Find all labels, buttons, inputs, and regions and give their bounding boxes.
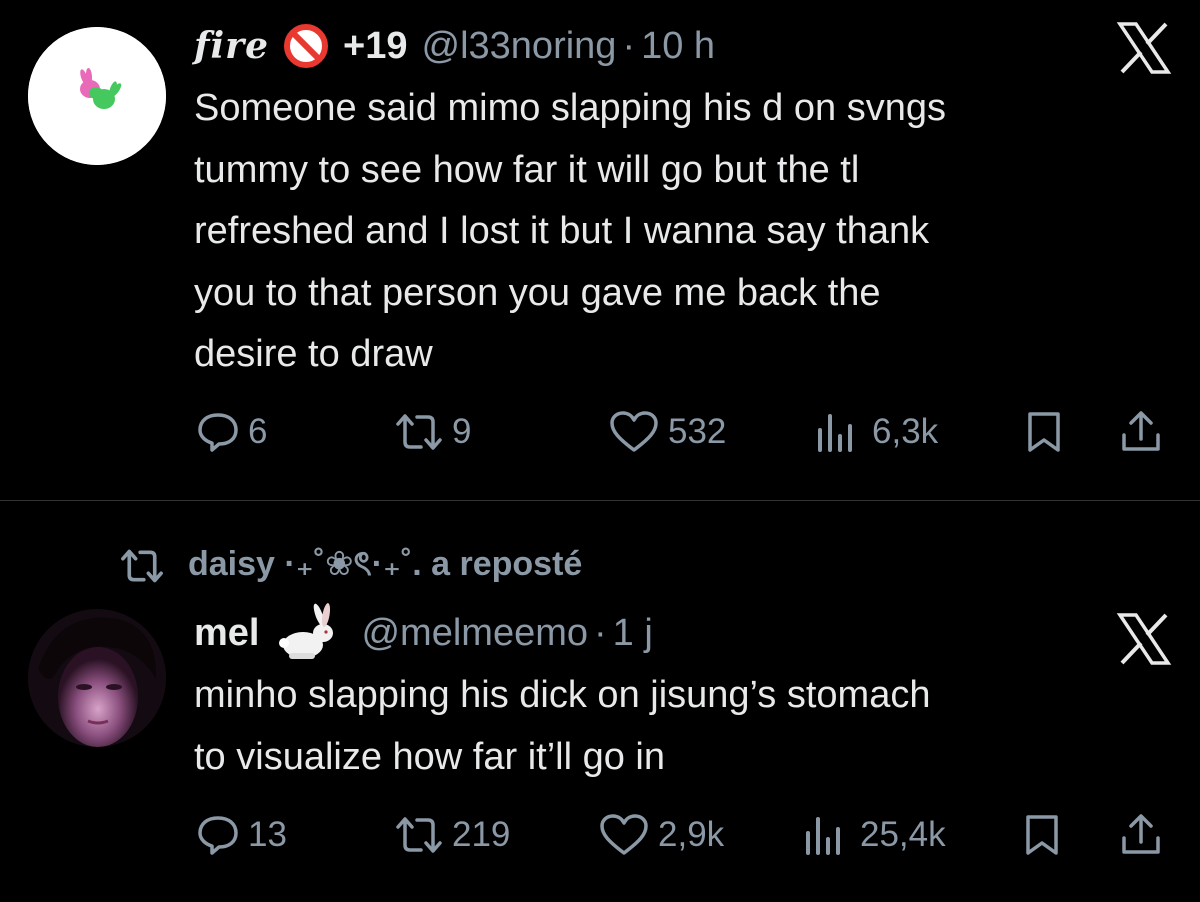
tweet-card[interactable]: daisy ·₊˚❀ৎ·₊˚. a reposté mel @melmeemo … xyxy=(0,501,1200,902)
bookmark-icon xyxy=(1026,815,1058,855)
profile-photo xyxy=(28,609,166,747)
views-icon xyxy=(818,414,852,452)
repost-icon xyxy=(121,549,163,583)
x-logo-icon[interactable] xyxy=(1116,22,1172,74)
view-count: 6,3k xyxy=(872,412,939,451)
views-button[interactable]: 6,3k xyxy=(812,402,938,462)
like-button[interactable]: 532 xyxy=(608,402,726,462)
tweet-card[interactable]: fire +19 @l33noring · 10 h Someone said … xyxy=(0,0,1200,500)
repost-button[interactable]: 219 xyxy=(394,805,510,865)
timestamp[interactable]: 10 h xyxy=(641,25,715,68)
view-count: 25,4k xyxy=(860,815,946,854)
repost-icon xyxy=(396,817,442,853)
bookmark-icon xyxy=(1028,412,1060,452)
reply-count: 6 xyxy=(248,412,268,451)
separator: · xyxy=(622,24,636,67)
views-icon xyxy=(806,817,840,855)
heart-icon xyxy=(610,411,658,452)
user-handle[interactable]: @melmeemo xyxy=(361,612,588,655)
display-name[interactable]: fire xyxy=(194,25,269,67)
tweet-header: mel @melmeemo · 1 j xyxy=(194,603,653,659)
action-bar: 13 219 2,9k 25,4k xyxy=(0,805,1200,865)
share-button[interactable] xyxy=(1118,402,1164,462)
share-icon xyxy=(1122,814,1160,854)
share-icon xyxy=(1122,411,1160,451)
views-button[interactable]: 25,4k xyxy=(800,805,946,865)
avatar[interactable] xyxy=(28,27,166,165)
bookmark-button[interactable] xyxy=(1024,402,1064,462)
like-button[interactable]: 2,9k xyxy=(598,805,724,865)
reply-button[interactable]: 6 xyxy=(196,402,267,462)
tweet-text: minho slapping his dick on jisung’s stom… xyxy=(194,674,931,778)
reply-icon xyxy=(198,816,238,855)
repost-count: 219 xyxy=(452,815,511,854)
repost-label: daisy ·₊˚❀ৎ·₊˚. a reposté xyxy=(188,544,583,583)
separator: · xyxy=(594,611,607,654)
timestamp[interactable]: 1 j xyxy=(613,612,653,655)
bookmark-button[interactable] xyxy=(1022,805,1062,865)
action-bar: 6 9 532 6,3k xyxy=(0,402,1200,462)
bunny-avatar-image xyxy=(28,27,166,165)
user-handle[interactable]: @l33noring xyxy=(422,25,617,68)
tweet-text: Someone said mimo slapping his d on svng… xyxy=(194,87,946,375)
reply-button[interactable]: 13 xyxy=(196,805,287,865)
display-name[interactable]: mel xyxy=(194,612,259,655)
like-count: 2,9k xyxy=(658,815,725,854)
heart-icon xyxy=(600,814,648,855)
repost-count: 9 xyxy=(452,412,472,451)
prohibited-icon xyxy=(284,24,329,68)
rabbit-icon xyxy=(279,603,334,659)
repost-button[interactable]: 9 xyxy=(394,402,471,462)
tweet-header: fire +19 @l33noring · 10 h xyxy=(194,20,715,72)
name-badge: +19 xyxy=(343,24,408,67)
repost-icon xyxy=(396,414,442,450)
reply-icon xyxy=(198,413,238,452)
repost-indicator[interactable]: daisy ·₊˚❀ৎ·₊˚. a reposté xyxy=(118,541,582,591)
reply-count: 13 xyxy=(248,815,287,854)
like-count: 532 xyxy=(668,412,727,451)
avatar[interactable] xyxy=(28,609,166,747)
share-button[interactable] xyxy=(1118,805,1164,865)
x-logo-icon[interactable] xyxy=(1116,613,1172,665)
